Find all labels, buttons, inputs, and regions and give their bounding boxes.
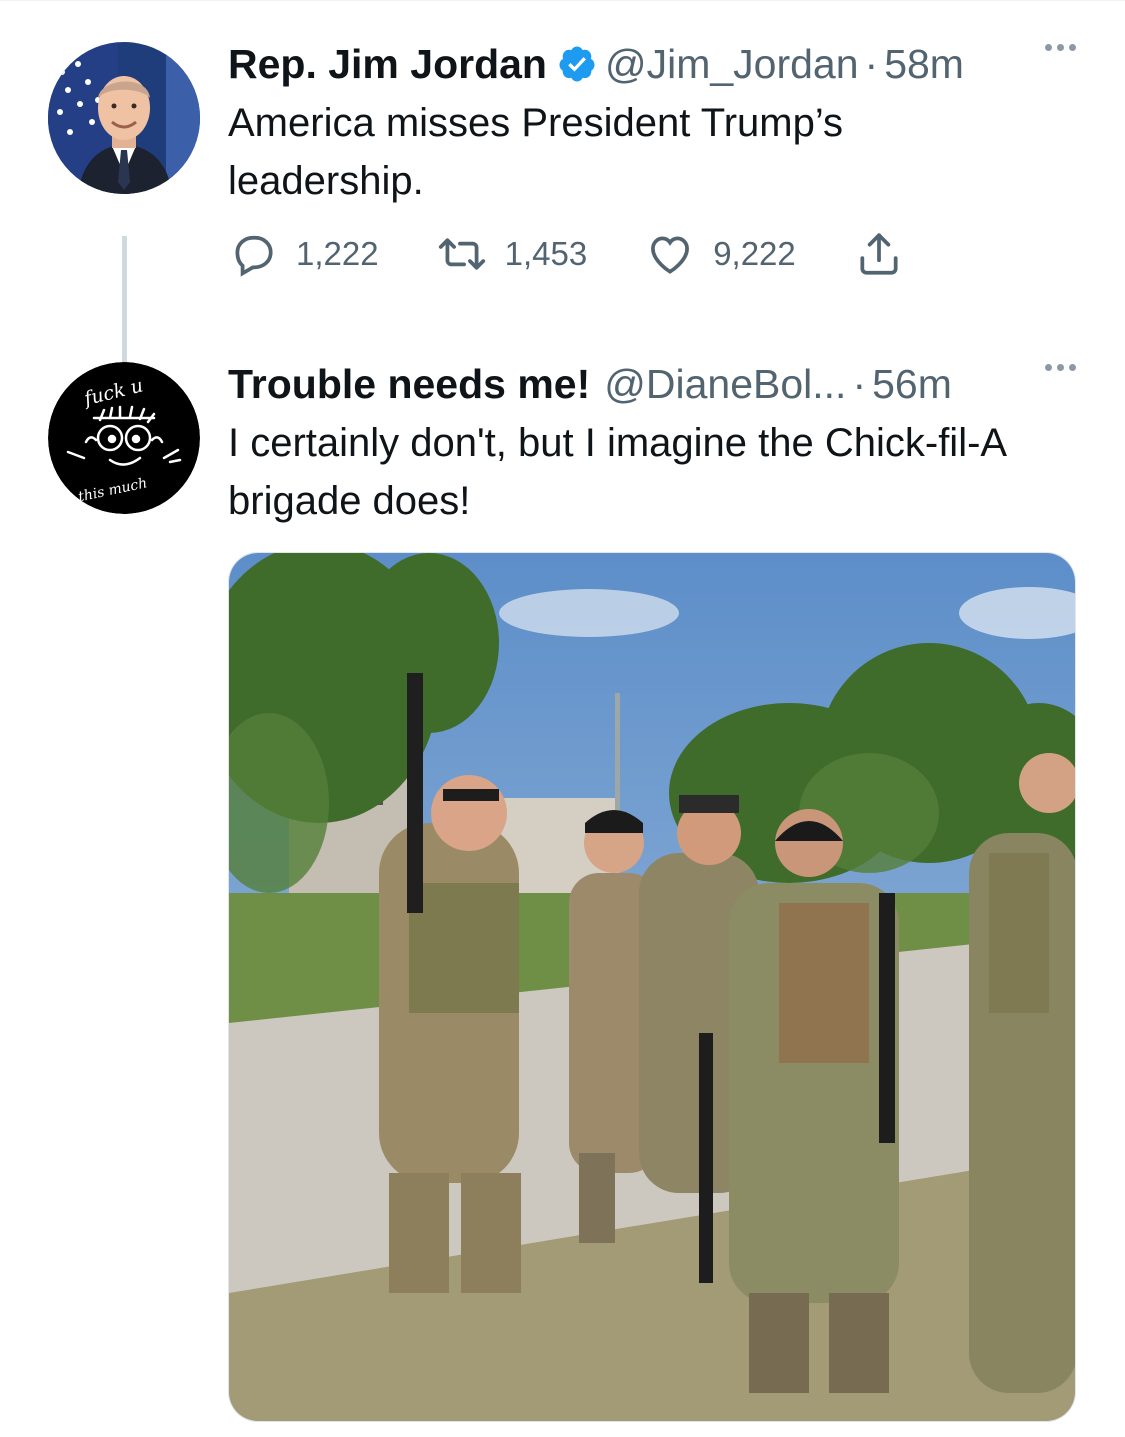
heart-icon: [651, 236, 690, 274]
reply-count: 1,222: [296, 235, 379, 272]
timestamp[interactable]: 56m: [872, 361, 952, 408]
like-count: 9,222: [713, 235, 796, 272]
tweet-header: Rep. Jim Jordan @Jim_Jordan · 58m: [228, 36, 1088, 92]
tweet-actions: 1,222 1,453 9,222: [228, 228, 968, 280]
tweet-trouble-needs-me[interactable]: fuck u this much Trouble needs me! @Dian…: [0, 356, 1125, 1437]
display-name[interactable]: Rep. Jim Jordan: [228, 41, 547, 88]
retweet-icon: [438, 238, 485, 270]
verified-badge-icon: [559, 46, 595, 82]
more-options-icon[interactable]: [1045, 44, 1076, 51]
tweet-text: I certainly don't, but I imagine the Chi…: [228, 421, 1005, 523]
tweet-body: Trouble needs me! @DianeBol... · 56m I c…: [228, 356, 1088, 530]
reply-button[interactable]: 1,222: [228, 229, 379, 279]
portrait-avatar-icon: [48, 42, 200, 194]
retweet-button[interactable]: 1,453: [437, 229, 588, 279]
top-divider: [0, 0, 1125, 6]
more-options-icon[interactable]: [1045, 364, 1076, 371]
tweet-text: America misses President Trump’s leaders…: [228, 101, 843, 203]
soldiers-photo-icon: [229, 553, 1075, 1421]
tweet-header: Trouble needs me! @DianeBol... · 56m: [228, 356, 1088, 412]
tweet-media-photo[interactable]: [228, 552, 1076, 1422]
tweet-jim-jordan[interactable]: Rep. Jim Jordan @Jim_Jordan · 58m Americ…: [0, 36, 1125, 386]
avatar-trouble-needs-me[interactable]: fuck u this much: [48, 362, 200, 514]
share-button[interactable]: [854, 229, 904, 279]
like-button[interactable]: 9,222: [645, 229, 796, 279]
tweet-body: Rep. Jim Jordan @Jim_Jordan · 58m Americ…: [228, 36, 1088, 277]
avatar-jim-jordan[interactable]: [48, 42, 200, 194]
separator-dot: ·: [852, 360, 867, 407]
display-name[interactable]: Trouble needs me!: [228, 361, 590, 408]
user-handle[interactable]: @DianeBol...: [604, 361, 846, 408]
reply-icon: [235, 235, 273, 277]
hand-drawn-face-avatar-icon: fuck u this much: [48, 362, 200, 514]
user-handle[interactable]: @Jim_Jordan: [605, 41, 859, 88]
share-icon: [860, 233, 898, 275]
timestamp[interactable]: 58m: [884, 41, 964, 88]
separator-dot: ·: [864, 40, 879, 87]
retweet-count: 1,453: [504, 235, 588, 272]
